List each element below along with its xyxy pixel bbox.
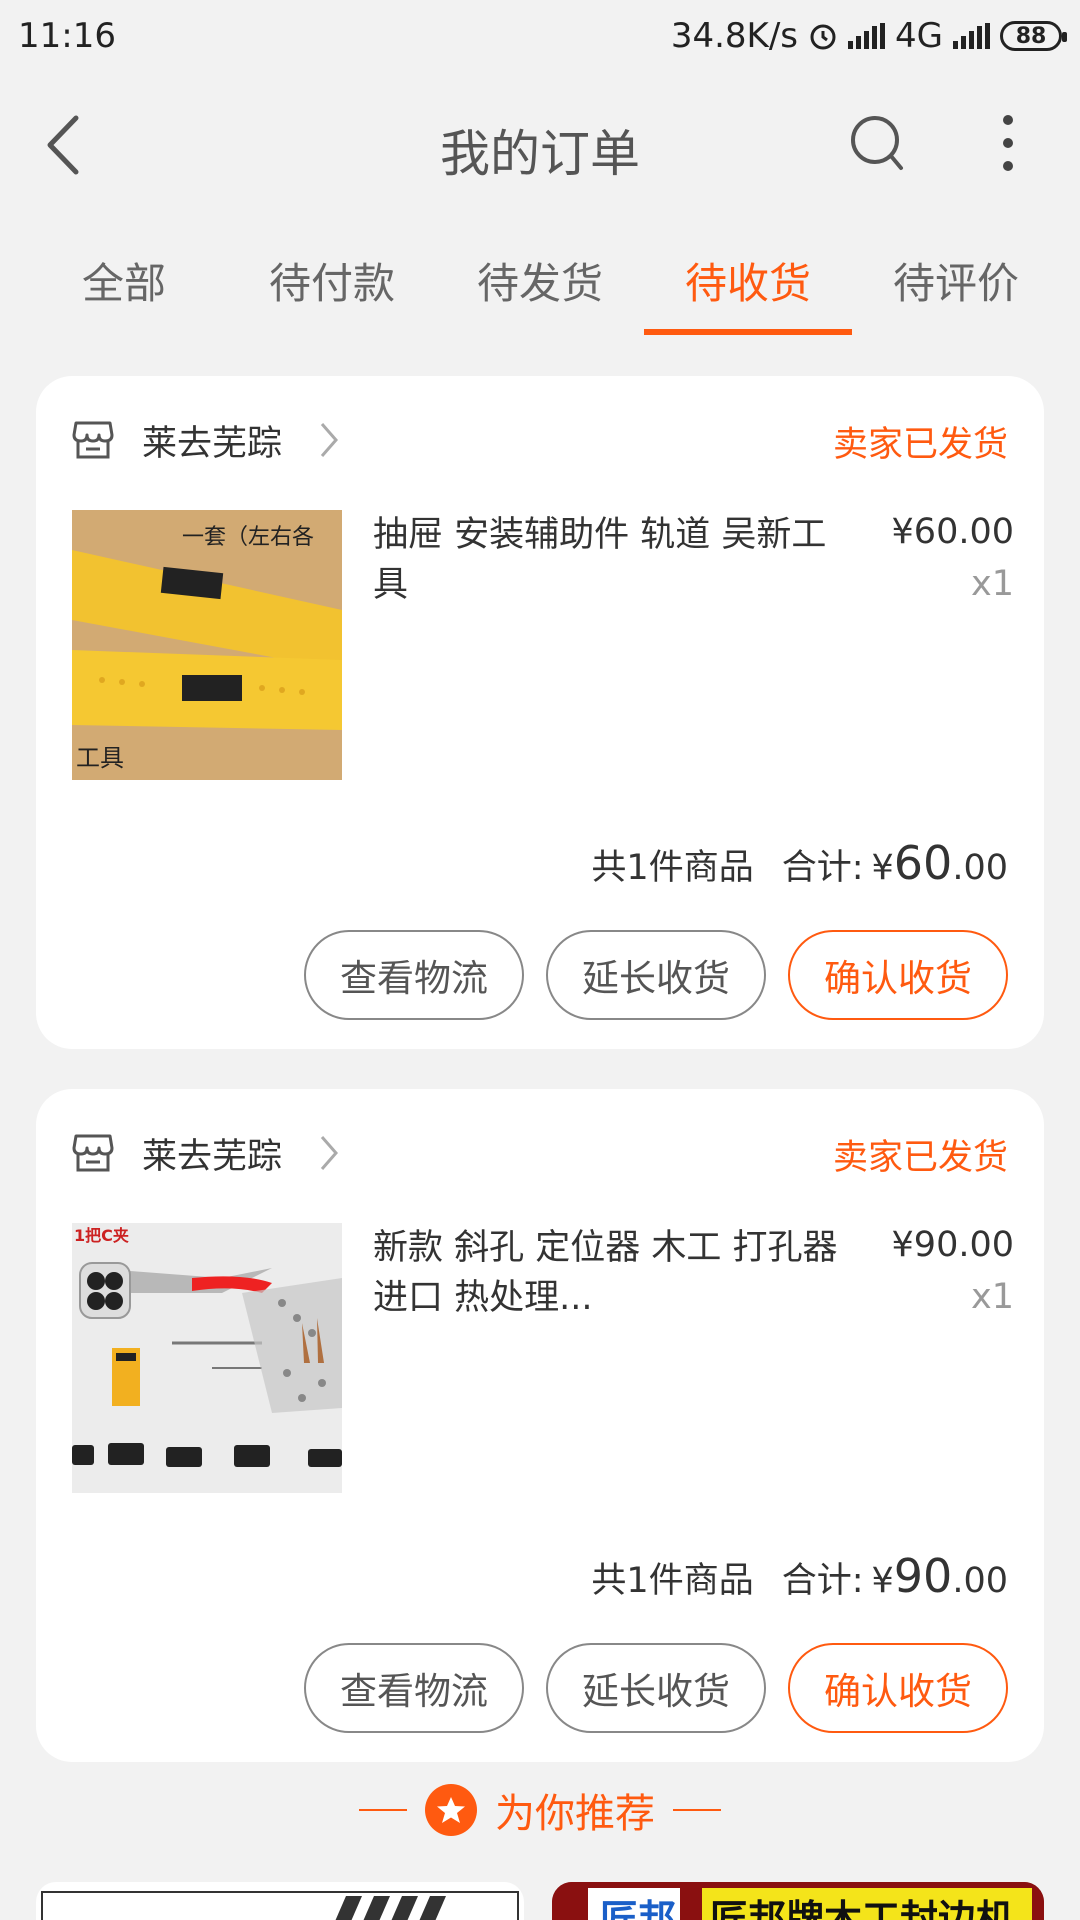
product-price: ¥90.00	[891, 1225, 1014, 1265]
total-decimal: .00	[952, 1561, 1008, 1601]
order-actions: 查看物流 延长收货 确认收货	[304, 1643, 1008, 1733]
total-decimal: .00	[952, 848, 1008, 888]
divider	[359, 1809, 407, 1811]
recommend-card[interactable]	[36, 1882, 524, 1920]
status-bar: 11:16 34.8K/s 4G 88	[0, 0, 1080, 72]
view-logistics-button[interactable]: 查看物流	[304, 930, 524, 1020]
more-button[interactable]	[990, 110, 1026, 176]
star-icon	[437, 1797, 465, 1823]
tab-pending-payment[interactable]: 待付款	[228, 230, 436, 335]
confirm-receipt-button[interactable]: 确认收货	[788, 1643, 1008, 1733]
product-quantity: x1	[971, 1277, 1014, 1317]
item-count: 共1件商品	[591, 848, 754, 888]
product-photo: 一套（左右各 工具	[72, 510, 342, 780]
divider	[673, 1809, 721, 1811]
product-photo: 1把C夹	[72, 1223, 342, 1493]
alarm-icon	[810, 24, 836, 50]
recommend-title: 为你推荐	[495, 1791, 655, 1837]
confirm-receipt-button[interactable]: 确认收货	[788, 930, 1008, 1020]
page-title: 我的订单	[440, 125, 640, 183]
product-image[interactable]: 1把C夹	[72, 1223, 342, 1493]
order-status: 卖家已发货	[832, 425, 1008, 465]
shop-link[interactable]: 莱去芜踪	[72, 410, 340, 470]
product-name[interactable]: 新款 斜孔 定位器 木工 打孔器 进口 热处理...	[373, 1223, 843, 1323]
order-status: 卖家已发货	[832, 1138, 1008, 1178]
order-summary: 共1件商品 合计: ¥ 90 .00	[591, 1549, 1008, 1603]
shop-name: 莱去芜踪	[142, 423, 283, 464]
product-name[interactable]: 抽屉 安装辅助件 轨道 吴新工具	[373, 510, 843, 610]
signal-icon-2	[953, 23, 990, 49]
total-label: 合计:	[781, 1561, 864, 1601]
order-summary: 共1件商品 合计: ¥ 60 .00	[591, 836, 1008, 890]
tab-pending-shipment[interactable]: 待发货	[436, 230, 644, 335]
shop-icon	[72, 421, 114, 459]
item-count: 共1件商品	[591, 1561, 754, 1601]
order-card: 莱去芜踪 卖家已发货 一套（左右各 工具 抽屉 安装辅助件 轨道 吴新工具 ¥6…	[36, 376, 1044, 1049]
chevron-right-icon	[320, 423, 339, 457]
product-price: ¥60.00	[891, 512, 1014, 552]
shop-link[interactable]: 莱去芜踪	[72, 1123, 340, 1183]
recommend-card-text: 匠邦牌木工封边机	[710, 1897, 1015, 1920]
recommend-card[interactable]: 匠邦 匠邦牌木工封边机	[552, 1882, 1044, 1920]
shop-name: 莱去芜踪	[142, 1136, 283, 1177]
total-currency: ¥	[871, 1561, 894, 1601]
recommend-header: 为你推荐	[0, 1775, 1080, 1845]
recommend-image	[41, 1891, 519, 1920]
more-vertical-icon	[1003, 115, 1013, 171]
tab-all[interactable]: 全部	[20, 230, 228, 335]
tab-pending-receipt[interactable]: 待收货	[644, 230, 852, 335]
extend-receipt-button[interactable]: 延长收货	[546, 1643, 766, 1733]
total-currency: ¥	[871, 848, 894, 888]
star-badge-icon	[425, 1784, 477, 1836]
order-tabs: 全部 待付款 待发货 待收货 待评价	[0, 230, 1080, 335]
total-integer: 60	[893, 836, 953, 890]
extend-receipt-button[interactable]: 延长收货	[546, 930, 766, 1020]
chevron-right-icon	[320, 1136, 339, 1170]
tab-pending-review[interactable]: 待评价	[852, 230, 1060, 335]
network-type: 4G	[895, 16, 943, 56]
battery-icon: 88	[1000, 21, 1067, 51]
search-button[interactable]	[845, 110, 911, 176]
search-icon	[851, 116, 903, 170]
product-quantity: x1	[971, 564, 1014, 604]
header: 我的订单	[0, 80, 1080, 210]
recommend-logo: 匠邦	[600, 1897, 677, 1920]
thumb-caption-top: 1把C夹	[74, 1226, 129, 1245]
product-image[interactable]: 一套（左右各 工具	[72, 510, 342, 780]
status-time: 11:16	[18, 16, 116, 56]
total-label: 合计:	[781, 848, 864, 888]
order-card: 莱去芜踪 卖家已发货 1把C夹 新款 斜孔 定位器 木工 打孔器 进口 热处理.…	[36, 1089, 1044, 1762]
battery-level: 88	[1015, 23, 1047, 49]
status-indicators: 34.8K/s 4G 88	[670, 16, 1067, 56]
thumb-caption-top: 一套（左右各	[182, 525, 314, 550]
total-integer: 90	[893, 1549, 953, 1603]
thumb-caption-bottom: 工具	[76, 744, 124, 772]
net-speed: 34.8K/s	[670, 16, 799, 56]
signal-icon	[848, 23, 886, 49]
order-actions: 查看物流 延长收货 确认收货	[304, 930, 1008, 1020]
view-logistics-button[interactable]: 查看物流	[304, 1643, 524, 1733]
shop-icon	[72, 1134, 114, 1172]
